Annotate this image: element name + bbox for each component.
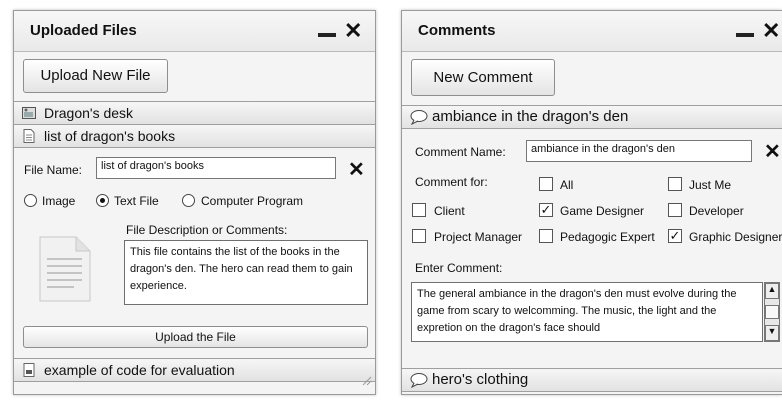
comment-name: hero's clothing <box>432 371 529 388</box>
comment-textarea[interactable]: The general ambiance in the dragon's den… <box>411 282 763 342</box>
file-name-label: File Name: <box>24 163 83 177</box>
scroll-up-icon[interactable]: ▲ <box>765 283 779 299</box>
checkbox-project-manager-label: Project Manager <box>434 230 523 244</box>
comment-name-value: ambiance in the dragon's den <box>531 143 675 155</box>
file-name: list of dragon's books <box>44 128 176 144</box>
file-row-list-of-dragons-books[interactable]: list of dragon's books <box>14 124 375 148</box>
checkbox-all-label: All <box>560 178 574 192</box>
upload-new-file-label: Upload New File <box>40 67 151 84</box>
minimize-icon[interactable] <box>736 33 754 37</box>
checkbox-client-label: Client <box>434 204 465 218</box>
upload-new-file-button[interactable]: Upload New File <box>23 59 168 93</box>
comment-name-input[interactable]: ambiance in the dragon's den <box>526 140 752 162</box>
panel-title: Comments <box>418 22 496 39</box>
uploaded-files-panel: Uploaded Files ✕ Upload New File Dragon'… <box>13 10 376 395</box>
close-icon[interactable]: ✕ <box>762 20 780 42</box>
text-file-icon <box>22 129 36 143</box>
checkbox-project-manager[interactable] <box>412 229 426 243</box>
checkbox-all[interactable] <box>539 177 553 191</box>
comment-text: The general ambiance in the dragon's den… <box>417 288 737 334</box>
clear-file-name-icon[interactable]: ✕ <box>348 157 365 182</box>
checkbox-just-me[interactable] <box>668 177 682 191</box>
radio-text-file[interactable] <box>96 194 109 207</box>
panel-title: Uploaded Files <box>30 22 137 39</box>
file-description-text: This file contains the list of the books… <box>130 246 353 292</box>
upload-the-file-button[interactable]: Upload the File <box>23 326 368 348</box>
scroll-down-icon[interactable]: ▼ <box>765 325 779 341</box>
speech-bubble-icon <box>410 109 428 126</box>
panel-header: Uploaded Files ✕ <box>14 11 375 52</box>
enter-comment-label: Enter Comment: <box>415 261 503 275</box>
radio-text-file-label: Text File <box>114 194 159 208</box>
checkbox-game-designer[interactable]: ✓ <box>539 203 553 217</box>
speech-bubble-icon <box>410 372 428 389</box>
comment-scrollbar[interactable]: ▲ ▼ <box>764 282 780 342</box>
image-file-icon <box>22 106 36 120</box>
radio-image-label: Image <box>42 194 76 208</box>
file-name: example of code for evaluation <box>44 362 235 378</box>
comment-for-label: Comment for: <box>415 175 488 189</box>
program-file-icon <box>22 363 36 377</box>
checkbox-just-me-label: Just Me <box>689 178 732 192</box>
minimize-icon[interactable] <box>318 33 336 37</box>
comment-row-heros-clothing[interactable]: hero's clothing <box>402 368 782 392</box>
checkbox-pedagogic-expert-label: Pedagogic Expert <box>560 230 655 244</box>
comment-name: ambiance in the dragon's den <box>432 108 629 125</box>
resize-grip-icon[interactable] <box>362 373 372 391</box>
comment-row-ambiance[interactable]: ambiance in the dragon's den <box>402 105 782 129</box>
file-name-input[interactable]: list of dragon's books <box>96 157 336 179</box>
radio-computer-program[interactable] <box>182 194 195 207</box>
file-description-textarea[interactable]: This file contains the list of the books… <box>124 240 368 305</box>
comments-panel: Comments ✕ New Comment ambiance in the d… <box>401 10 782 395</box>
radio-image[interactable] <box>24 194 37 207</box>
checkbox-game-designer-label: Game Designer <box>560 204 645 218</box>
radio-computer-program-label: Computer Program <box>201 194 304 208</box>
checkbox-client[interactable] <box>412 203 426 217</box>
file-description-label: File Description or Comments: <box>126 223 288 237</box>
new-comment-button[interactable]: New Comment <box>411 59 555 96</box>
file-name: Dragon's desk <box>44 105 134 121</box>
checkbox-graphic-designer[interactable]: ✓ <box>668 229 682 243</box>
panel-header: Comments ✕ <box>402 11 782 52</box>
new-comment-label: New Comment <box>433 69 533 86</box>
checkbox-graphic-designer-label: Graphic Designer <box>689 230 782 244</box>
comment-name-label: Comment Name: <box>415 145 506 159</box>
document-icon <box>34 233 96 310</box>
scroll-thumb[interactable] <box>765 305 779 319</box>
checkbox-developer-label: Developer <box>689 204 744 218</box>
close-icon[interactable]: ✕ <box>344 20 362 42</box>
checkbox-pedagogic-expert[interactable] <box>539 229 553 243</box>
clear-comment-name-icon[interactable]: ✕ <box>764 139 781 164</box>
upload-the-file-label: Upload the File <box>155 330 236 344</box>
checkbox-developer[interactable] <box>668 203 682 217</box>
file-name-value: list of dragon's books <box>101 160 204 172</box>
file-row-example-of-code[interactable]: example of code for evaluation <box>14 358 375 382</box>
file-row-dragons-desk[interactable]: Dragon's desk <box>14 101 375 125</box>
